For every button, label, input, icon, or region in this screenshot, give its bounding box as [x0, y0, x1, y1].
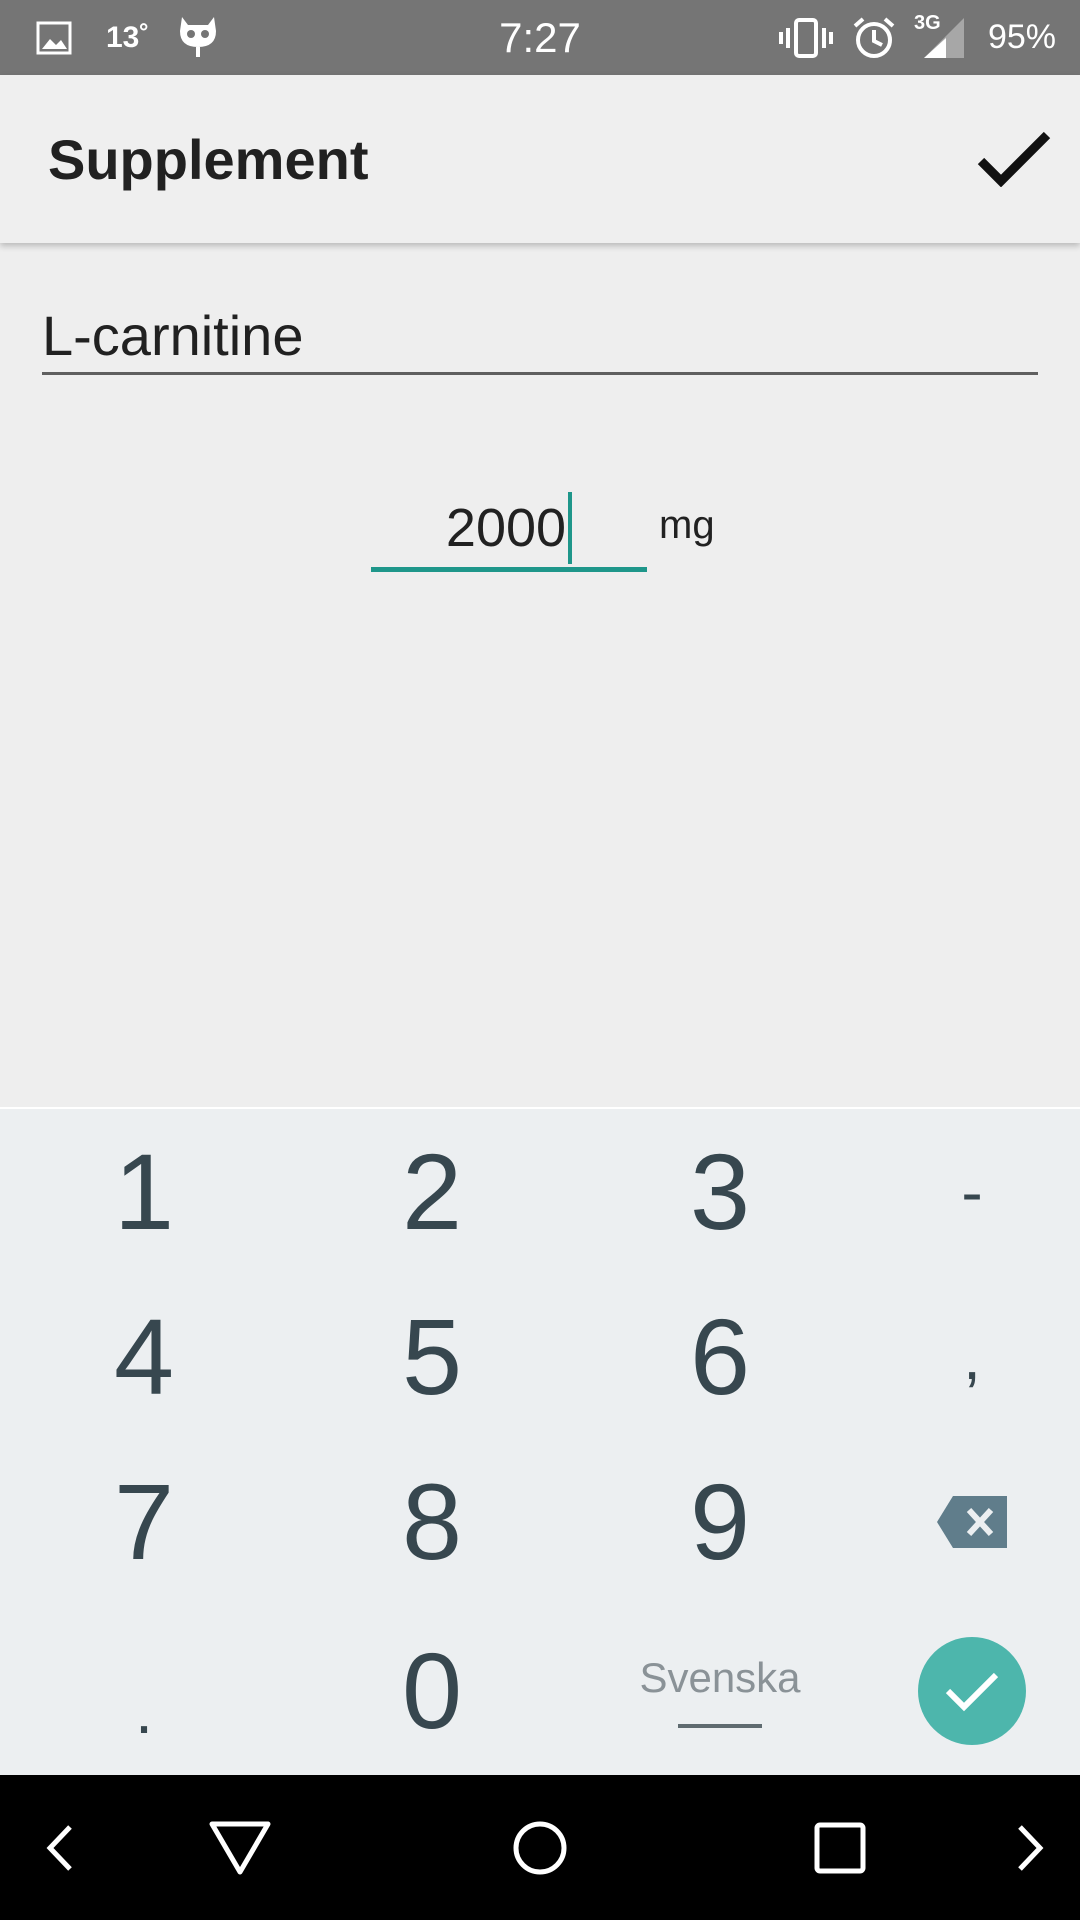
enter-button-circle — [918, 1636, 1026, 1745]
key-9[interactable]: 9 — [576, 1439, 864, 1604]
check-icon — [977, 131, 1051, 187]
backspace-icon — [937, 1495, 1007, 1548]
language-switch-key[interactable]: Svenska — [576, 1604, 864, 1777]
nav-left-button[interactable] — [0, 1775, 120, 1920]
alarm-icon — [852, 0, 896, 75]
supplement-form: L-carnitine 2000 mg — [0, 243, 1080, 1107]
home-icon — [513, 1821, 567, 1874]
key-1[interactable]: 1 — [0, 1109, 288, 1274]
dose-amount-value: 2000 — [445, 498, 567, 558]
battery-percentage: 95% — [987, 18, 1056, 56]
dose-unit-label: mg — [659, 503, 715, 547]
vibrate-icon — [778, 0, 834, 75]
supplement-name-field[interactable]: L-carnitine — [42, 304, 1038, 375]
chevron-left-icon — [46, 1824, 72, 1871]
key-minus[interactable]: - — [864, 1109, 1080, 1274]
supplement-name-value: L-carnitine — [42, 304, 304, 367]
key-2[interactable]: 2 — [288, 1109, 576, 1274]
key-7[interactable]: 7 — [0, 1439, 288, 1604]
key-3[interactable]: 3 — [576, 1109, 864, 1274]
key-4[interactable]: 4 — [0, 1274, 288, 1439]
signal-icon — [922, 0, 966, 75]
enter-key[interactable] — [864, 1604, 1080, 1777]
key-period[interactable]: . — [0, 1604, 288, 1777]
nav-right-button[interactable] — [970, 1775, 1080, 1920]
key-8[interactable]: 8 — [288, 1439, 576, 1604]
back-button[interactable] — [180, 1775, 300, 1920]
key-6[interactable]: 6 — [576, 1274, 864, 1439]
key-5[interactable]: 5 — [288, 1274, 576, 1439]
key-0[interactable]: 0 — [288, 1604, 576, 1777]
backspace-key[interactable] — [864, 1439, 1080, 1604]
numeric-keyboard: 1 2 3 - 4 5 6 , 7 8 9 . 0 Svenska — [0, 1107, 1080, 1775]
recents-button[interactable] — [780, 1775, 900, 1920]
save-button[interactable] — [974, 119, 1054, 199]
dose-amount-field[interactable]: 2000 — [371, 489, 647, 572]
language-indicator — [678, 1723, 762, 1728]
check-icon — [945, 1672, 999, 1711]
key-comma[interactable]: , — [864, 1274, 1080, 1439]
recents-icon — [814, 1822, 866, 1873]
language-label: Svenska — [639, 1653, 801, 1701]
home-button[interactable] — [480, 1775, 600, 1920]
app-bar: Supplement — [0, 75, 1080, 243]
chevron-right-icon — [1018, 1824, 1044, 1871]
navigation-bar — [0, 1775, 1080, 1920]
status-bar: 13˚ 7:27 3G 95% — [0, 0, 1080, 75]
back-icon — [209, 1821, 271, 1874]
page-title: Supplement — [48, 127, 369, 191]
text-cursor — [568, 492, 573, 564]
